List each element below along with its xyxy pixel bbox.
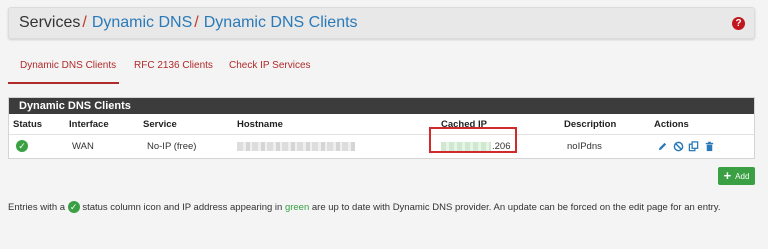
- column-header-description: Description: [564, 119, 617, 130]
- breadcrumb-separator: /: [82, 14, 87, 31]
- column-header-service: Service: [143, 119, 177, 130]
- plus-icon: +: [723, 168, 732, 183]
- breadcrumb: Services / Dynamic DNS / Dynamic DNS Clients: [19, 13, 358, 33]
- breadcrumb-dynamic-dns-clients[interactable]: Dynamic DNS Clients: [204, 14, 358, 31]
- column-header-status: Status: [13, 119, 43, 130]
- hostname-cell: [237, 135, 355, 158]
- tab-check-ip-services[interactable]: Check IP Services: [229, 60, 311, 84]
- interface-cell: WAN: [72, 141, 94, 152]
- breadcrumb-root: Services: [19, 14, 81, 31]
- service-cell: No-IP (free): [147, 141, 197, 152]
- note-green-word: green: [284, 202, 310, 213]
- note-text-3: are up to date with Dynamic DNS provider…: [311, 202, 721, 213]
- note-text-2: status column icon and IP address appear…: [82, 202, 283, 213]
- breadcrumb-bar: Services / Dynamic DNS / Dynamic DNS Clients…: [8, 7, 755, 39]
- breadcrumb-separator: /: [194, 14, 199, 31]
- add-button[interactable]: + Add: [718, 167, 755, 185]
- actions-cell: [657, 135, 717, 158]
- delete-icon[interactable]: [704, 141, 715, 152]
- table-row[interactable]: ✓ WAN No-IP (free) .206 noIPdns: [9, 127, 754, 158]
- breadcrumb-dynamic-dns[interactable]: Dynamic DNS: [92, 14, 192, 31]
- column-header-hostname: Hostname: [237, 119, 283, 130]
- status-legend-note: Entries with a ✓ status column icon and …: [8, 201, 758, 215]
- status-cell: ✓: [16, 135, 28, 158]
- table-header-row: Status Interface Service Hostname Cached…: [9, 114, 754, 135]
- add-button-label: Add: [735, 172, 750, 181]
- dynamic-dns-clients-panel: Dynamic DNS Clients Status Interface Ser…: [8, 97, 755, 159]
- redacted-ip: [441, 141, 491, 151]
- tab-rfc-2136-clients[interactable]: RFC 2136 Clients: [134, 60, 213, 84]
- check-circle-icon: ✓: [16, 140, 28, 153]
- copy-icon[interactable]: [688, 141, 699, 152]
- cached-ip-cell: .206: [441, 135, 511, 158]
- cached-ip-suffix: .206: [492, 141, 511, 152]
- disable-icon[interactable]: [673, 141, 684, 152]
- column-header-actions: Actions: [654, 119, 689, 130]
- help-icon[interactable]: ?: [732, 17, 745, 30]
- edit-icon[interactable]: [657, 141, 668, 152]
- tab-dynamic-dns-clients[interactable]: Dynamic DNS Clients: [8, 60, 119, 84]
- check-circle-icon: ✓: [67, 201, 80, 214]
- description-cell: noIPdns: [567, 141, 602, 152]
- column-header-interface: Interface: [69, 119, 109, 130]
- redacted-hostname: [237, 141, 355, 151]
- panel-title: Dynamic DNS Clients: [9, 98, 754, 114]
- note-text-1: Entries with a: [8, 202, 66, 213]
